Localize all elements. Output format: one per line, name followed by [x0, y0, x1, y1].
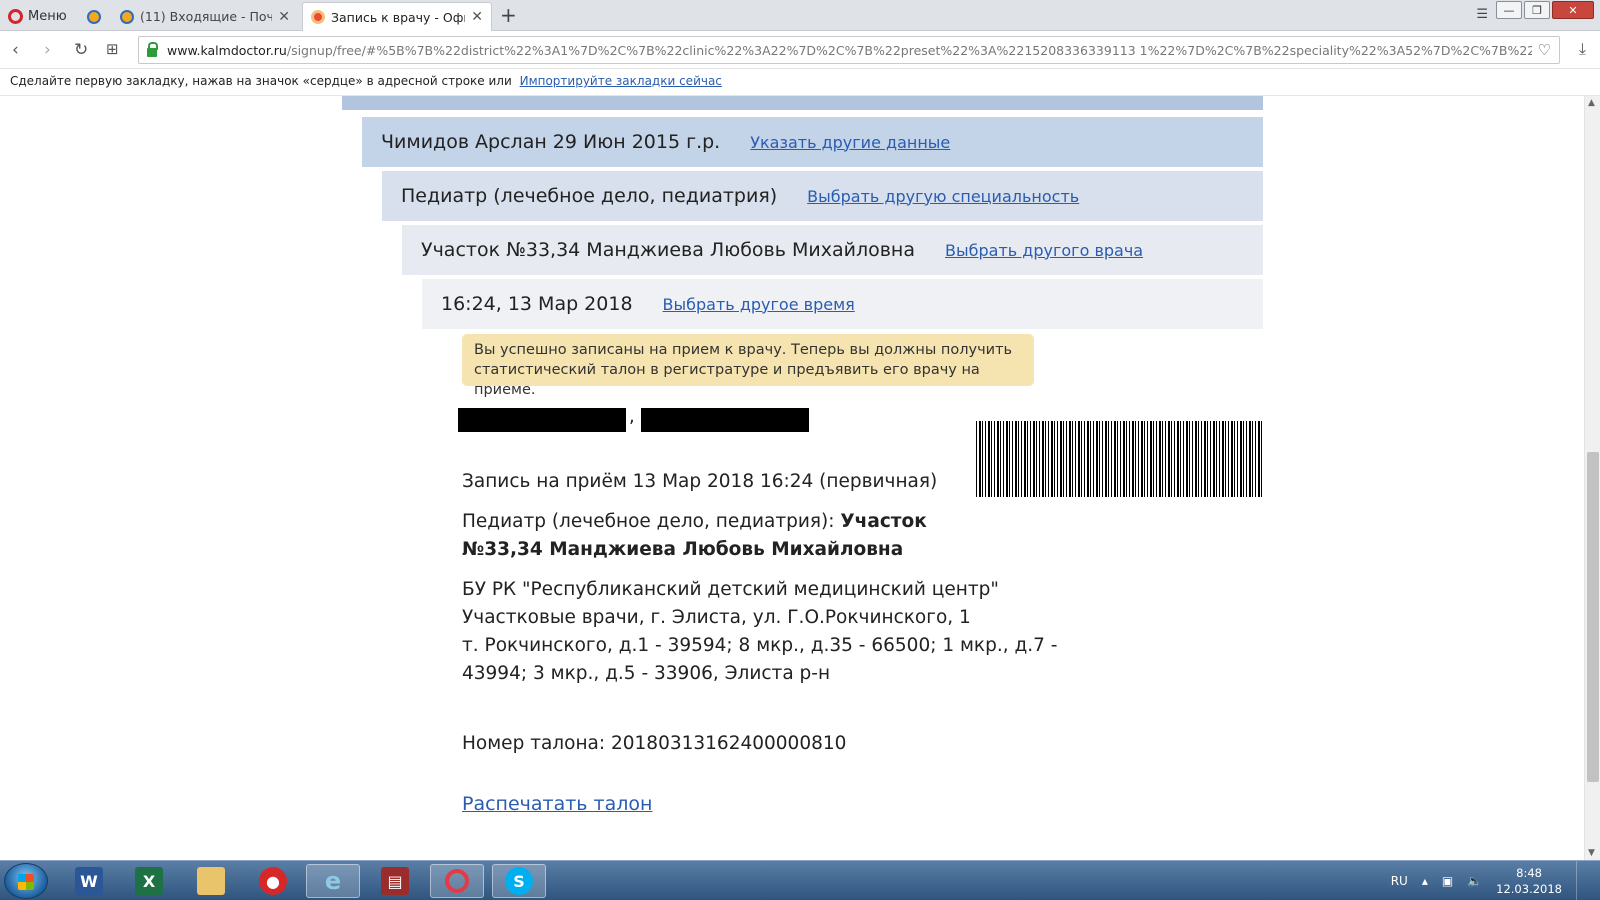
- doctor-line-speciality: Педиатр (лечебное дело, педиатрия):: [462, 511, 841, 532]
- scroll-up-icon[interactable]: ▲: [1588, 98, 1595, 108]
- tab-pinned-mail[interactable]: [82, 2, 108, 31]
- redaction-separator: ,: [629, 406, 635, 427]
- appointment-line: Запись на приём 13 Мар 2018 16:24 (перви…: [462, 471, 938, 492]
- change-speciality-link[interactable]: Выбрать другую специальность: [807, 187, 1079, 206]
- speed-dial-icon[interactable]: ⊞: [106, 40, 119, 58]
- opera-icon: [445, 869, 469, 893]
- page-content: Чимидов Арслан 29 Июн 2015 г.р. Указать …: [0, 96, 1584, 860]
- system-tray: RU ▴ ▣ 🔈 8:48 12.03.2018: [1391, 861, 1600, 900]
- windows-logo-icon: [18, 874, 34, 890]
- mail-at-icon: [120, 9, 134, 24]
- minimize-icon[interactable]: —: [1496, 1, 1522, 19]
- excel-icon: X: [135, 867, 163, 895]
- doctor-band: Участок №33,34 Манджиева Любовь Михайлов…: [402, 225, 1263, 275]
- address-toolbar: ‹ › ↻ ⊞ www.kalmdoctor.ru/signup/free/#%…: [0, 31, 1600, 69]
- close-tab-icon[interactable]: ✕: [278, 9, 290, 25]
- back-icon[interactable]: ‹: [12, 40, 19, 60]
- scroll-down-icon[interactable]: ▼: [1588, 848, 1595, 858]
- change-doctor-link[interactable]: Выбрать другого врача: [945, 241, 1143, 260]
- time-band: 16:24, 13 Мар 2018 Выбрать другое время: [422, 279, 1263, 329]
- language-indicator[interactable]: RU: [1391, 874, 1408, 888]
- tray-expand-icon[interactable]: ▴: [1422, 874, 1428, 888]
- import-bookmarks-link[interactable]: Импортируйте закладки сейчас: [520, 74, 722, 88]
- taskbar-opera[interactable]: [430, 864, 484, 898]
- tab-title: (11) Входящие - Почта М: [140, 9, 273, 24]
- page-scrollbar[interactable]: ▲ ▼: [1584, 96, 1600, 860]
- redacted-block: [641, 408, 809, 432]
- opera-logo-icon: [8, 8, 23, 24]
- window-controls: — ❐ ✕: [1496, 1, 1594, 19]
- mail-at-icon: [87, 9, 101, 24]
- speciality-info: Педиатр (лечебное дело, педиатрия): [401, 185, 778, 207]
- clock[interactable]: 8:48 12.03.2018: [1496, 865, 1562, 897]
- menu-label: Меню: [28, 8, 67, 24]
- close-window-icon[interactable]: ✕: [1552, 1, 1594, 19]
- change-time-link[interactable]: Выбрать другое время: [663, 295, 855, 314]
- tab-doctor-signup[interactable]: Запись к врачу - Официа ✕: [302, 2, 492, 31]
- reload-icon[interactable]: ↻: [74, 40, 88, 60]
- word-icon: W: [75, 867, 103, 895]
- redacted-block: [458, 408, 626, 432]
- clinic-phones: т. Рокчинского, д.1 - 39594; 8 мкр., д.3…: [462, 635, 1058, 684]
- ticket-barcode: [976, 421, 1262, 497]
- start-button[interactable]: [4, 863, 48, 899]
- maximize-icon[interactable]: ❐: [1524, 1, 1550, 19]
- url-host: www.kalmdoctor.ru: [167, 42, 287, 58]
- forward-icon[interactable]: ›: [44, 40, 51, 60]
- winrar-icon: ▤: [381, 867, 409, 895]
- patient-band: Чимидов Арслан 29 Июн 2015 г.р. Указать …: [362, 117, 1263, 167]
- windows-taskbar: W X ● e ▤ S RU ▴ ▣ 🔈 8:48 12.03.2018: [0, 860, 1600, 900]
- tab-mail-inbox[interactable]: (11) Входящие - Почта М ✕: [112, 2, 298, 31]
- address-bar[interactable]: www.kalmdoctor.ru/signup/free/#%5B%7B%22…: [138, 36, 1560, 64]
- opera-menu-button[interactable]: Меню: [8, 6, 67, 26]
- close-tab-icon[interactable]: ✕: [471, 9, 483, 25]
- lock-icon: [147, 41, 158, 57]
- success-notice: Вы успешно записаны на прием к врачу. Те…: [462, 334, 1034, 398]
- clinic-address: Участковые врачи, г. Элиста, ул. Г.О.Рок…: [462, 607, 971, 628]
- doctor-info: Участок №33,34 Манджиева Любовь Михайлов…: [421, 239, 915, 261]
- url-path: /signup/free/#%5B%7B%22district%22%3A1%7…: [286, 42, 1532, 58]
- bookmarks-hint: Сделайте первую закладку, нажав на значо…: [10, 74, 512, 88]
- district-band: [342, 96, 1263, 110]
- clinic-name: БУ РК "Республиканский детский медицинск…: [462, 579, 999, 600]
- clock-date: 12.03.2018: [1496, 882, 1562, 896]
- clinic-info: БУ РК "Республиканский детский медицинск…: [462, 576, 1062, 688]
- bookmarks-bar: Сделайте первую закладку, нажав на значо…: [0, 69, 1600, 96]
- skype-icon: S: [505, 867, 533, 895]
- taskbar-internet-explorer[interactable]: e: [306, 864, 360, 898]
- tab-menu-icon[interactable]: ☰: [1476, 7, 1488, 22]
- change-patient-link[interactable]: Указать другие данные: [750, 133, 950, 152]
- volume-icon[interactable]: 🔈: [1467, 874, 1482, 888]
- time-info: 16:24, 13 Мар 2018: [441, 293, 633, 315]
- print-ticket-link[interactable]: Распечатать талон: [462, 793, 652, 815]
- download-icon[interactable]: ⤓: [1579, 39, 1586, 59]
- taskbar-winrar[interactable]: ▤: [368, 864, 422, 898]
- new-tab-button[interactable]: +: [500, 3, 517, 27]
- taskbar-explorer[interactable]: [184, 864, 238, 898]
- heart-bookmark-icon[interactable]: ♡: [1538, 41, 1551, 59]
- url-text: www.kalmdoctor.ru/signup/free/#%5B%7B%22…: [167, 43, 1532, 58]
- clock-time: 8:48: [1516, 866, 1542, 880]
- show-desktop-button[interactable]: [1576, 861, 1586, 900]
- site-favicon: [311, 10, 325, 24]
- tab-bar: Меню (11) Входящие - Почта М ✕ Запись к …: [0, 0, 1600, 31]
- network-icon[interactable]: ▣: [1442, 874, 1453, 888]
- scroll-thumb[interactable]: [1587, 452, 1599, 782]
- patient-info: Чимидов Арслан 29 Июн 2015 г.р.: [381, 131, 721, 153]
- tab-title: Запись к врачу - Официа: [331, 9, 465, 25]
- taskbar-record[interactable]: ●: [246, 864, 300, 898]
- internet-explorer-icon: e: [324, 867, 342, 895]
- doctor-line: Педиатр (лечебное дело, педиатрия): Учас…: [462, 508, 982, 564]
- taskbar-excel[interactable]: X: [122, 864, 176, 898]
- speciality-band: Педиатр (лечебное дело, педиатрия) Выбра…: [382, 171, 1263, 221]
- record-app-icon: ●: [259, 867, 287, 895]
- taskbar-skype[interactable]: S: [492, 864, 546, 898]
- taskbar-word[interactable]: W: [62, 864, 116, 898]
- folder-icon: [197, 867, 225, 895]
- ticket-number: Номер талона: 20180313162400000810: [462, 733, 847, 754]
